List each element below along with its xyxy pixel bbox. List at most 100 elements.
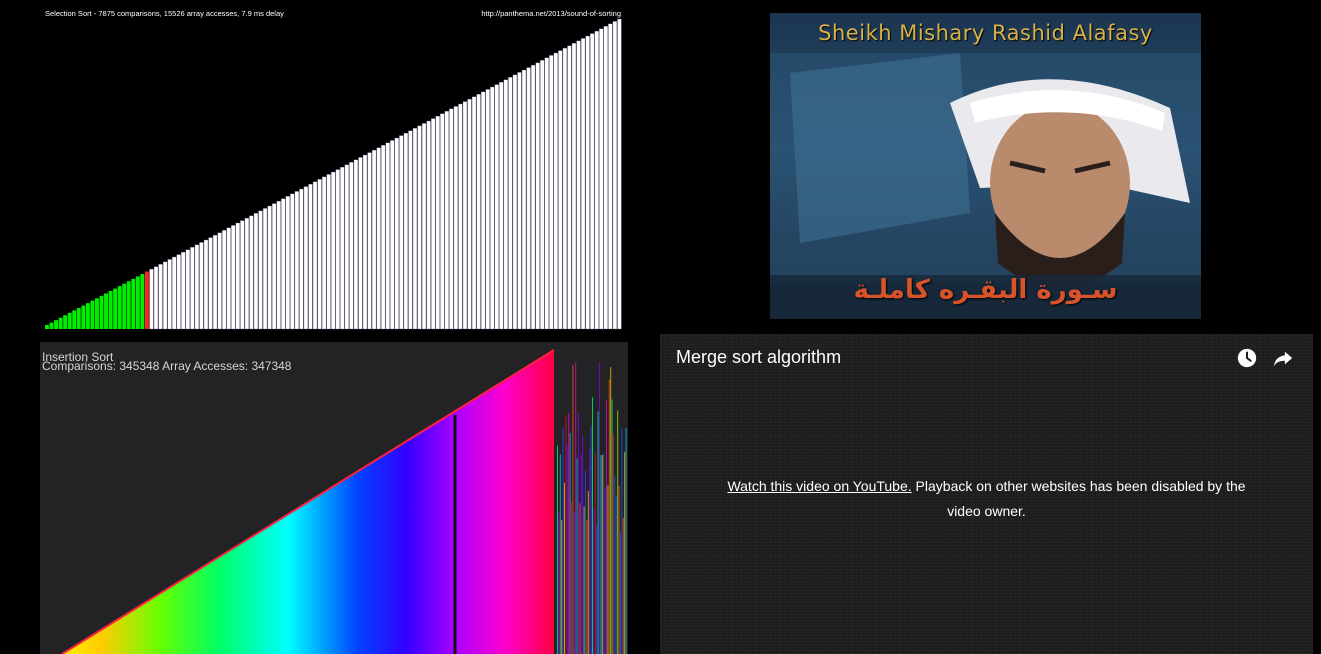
selection-sort-bar bbox=[617, 18, 622, 330]
selection-sort-bar bbox=[172, 256, 177, 330]
selection-sort-bar bbox=[567, 45, 572, 330]
selection-sort-bar bbox=[381, 145, 386, 330]
selection-sort-bar bbox=[299, 188, 304, 330]
selection-sort-url: http://panthema.net/2013/sound-of-sortin… bbox=[481, 9, 621, 18]
selection-sort-bar bbox=[312, 181, 318, 330]
selection-sort-bar bbox=[585, 35, 590, 330]
selection-sort-bar bbox=[421, 123, 427, 330]
selection-sort-bar bbox=[353, 159, 359, 330]
video-thumbnail[interactable]: Sheikh Mishary Rashid Alafasy سـورة البق… bbox=[770, 13, 1201, 319]
selection-sort-bar bbox=[290, 193, 295, 330]
selection-sort-bar bbox=[367, 152, 372, 330]
unsorted-bar bbox=[579, 503, 581, 654]
selection-sort-bar bbox=[331, 171, 336, 330]
selection-sort-bar bbox=[190, 247, 195, 330]
unsorted-bar bbox=[565, 415, 567, 654]
unsorted-bar bbox=[625, 428, 627, 654]
unsorted-bar bbox=[599, 362, 600, 654]
selection-sort-bar bbox=[231, 225, 236, 330]
selection-sort-bar bbox=[244, 217, 250, 330]
selection-sort-bar bbox=[85, 303, 90, 329]
unsorted-bar bbox=[614, 475, 616, 654]
selection-sort-bar bbox=[431, 118, 436, 330]
selection-sort-bar bbox=[453, 106, 459, 330]
selection-sort-bar bbox=[294, 191, 299, 330]
selection-sort-bar bbox=[385, 142, 390, 330]
selection-sort-bar bbox=[285, 196, 290, 330]
unsorted-bar bbox=[621, 428, 623, 654]
selection-sort-bar bbox=[158, 264, 163, 330]
selection-sort-bar bbox=[599, 28, 604, 330]
selection-sort-bar bbox=[140, 274, 145, 329]
selection-sort-bar bbox=[458, 103, 463, 330]
selection-sort-bar bbox=[608, 23, 613, 330]
selection-sort-bar bbox=[490, 86, 495, 330]
selection-sort-bar bbox=[153, 266, 159, 330]
selection-sort-bar bbox=[444, 111, 449, 330]
selection-sort-bar bbox=[358, 157, 363, 330]
selection-sort-bar bbox=[576, 40, 581, 330]
unsorted-bar bbox=[608, 379, 610, 654]
selection-sort-bar bbox=[45, 325, 49, 329]
unsorted-bar bbox=[613, 434, 614, 654]
selection-sort-bar bbox=[104, 293, 108, 329]
selection-sort-bar bbox=[144, 271, 149, 329]
selection-sort-bar bbox=[58, 317, 63, 329]
insertion-sort-bars bbox=[61, 349, 627, 654]
selection-sort-bar bbox=[258, 210, 263, 330]
selection-sort-bar bbox=[162, 261, 168, 330]
selection-sort-bar bbox=[462, 101, 468, 330]
selection-sort-bar bbox=[72, 310, 77, 329]
playback-disabled-message: Watch this video on YouTube. Playback on… bbox=[720, 474, 1253, 524]
insertion-sort-stats: Comparisons: 345348 Array Accesses: 3473… bbox=[42, 359, 292, 373]
selection-sort-bar bbox=[199, 242, 204, 330]
insertion-sort-video[interactable]: Insertion Sort Comparisons: 345348 Array… bbox=[40, 342, 628, 654]
unsorted-bar bbox=[600, 455, 602, 654]
video-title[interactable]: Merge sort algorithm bbox=[676, 347, 841, 368]
watch-on-youtube-link[interactable]: Watch this video on YouTube. bbox=[727, 478, 911, 494]
watch-later-icon[interactable] bbox=[1236, 347, 1258, 369]
selection-sort-bar bbox=[467, 98, 472, 330]
selection-sort-bar bbox=[553, 52, 558, 330]
unsorted-bar bbox=[624, 451, 626, 654]
selection-sort-bar bbox=[476, 94, 481, 330]
selection-sort-bar bbox=[108, 291, 113, 329]
unsorted-bar bbox=[606, 400, 607, 654]
selection-sort-bar bbox=[471, 96, 477, 330]
selection-sort-bar bbox=[326, 174, 331, 330]
unsorted-bar bbox=[558, 513, 560, 654]
selection-sort-bar bbox=[303, 186, 309, 330]
selection-sort-bar bbox=[321, 176, 327, 330]
unsorted-bar bbox=[569, 433, 571, 654]
selection-sort-bar bbox=[217, 232, 222, 330]
unsorted-bar bbox=[583, 506, 585, 654]
playback-disabled-text: Playback on other websites has been disa… bbox=[911, 478, 1246, 519]
selection-sort-bar bbox=[208, 237, 213, 330]
selection-sort-video[interactable]: Selection Sort - 7875 comparisons, 15526… bbox=[40, 4, 629, 332]
selection-sort-bar bbox=[571, 43, 577, 330]
unsorted-bar bbox=[594, 452, 596, 654]
selection-sort-bar bbox=[412, 128, 418, 330]
selection-sort-bar bbox=[517, 72, 522, 330]
selection-sort-bar bbox=[408, 130, 413, 330]
selection-sort-bar bbox=[235, 222, 240, 330]
selection-sort-bar bbox=[94, 298, 99, 329]
selection-sort-bar bbox=[226, 227, 231, 330]
selection-sort-bar bbox=[535, 62, 540, 330]
selection-sort-bar bbox=[267, 205, 272, 330]
share-icon[interactable] bbox=[1272, 347, 1294, 369]
selection-sort-bar bbox=[440, 113, 445, 330]
selection-sort-bar bbox=[135, 276, 140, 329]
unsorted-bar bbox=[566, 444, 568, 654]
selection-sort-bar bbox=[249, 215, 254, 330]
unsorted-bar bbox=[620, 532, 621, 654]
selection-sort-bar bbox=[308, 183, 313, 330]
unsorted-bar bbox=[571, 502, 572, 654]
thumbnail-title: Sheikh Mishary Rashid Alafasy bbox=[818, 21, 1153, 45]
unsorted-bar bbox=[601, 455, 603, 654]
selection-sort-bar bbox=[81, 305, 86, 329]
unsorted-bar bbox=[589, 449, 591, 654]
selection-sort-bar bbox=[590, 33, 595, 330]
selection-sort-bar bbox=[49, 322, 54, 329]
selection-sort-bar bbox=[371, 149, 377, 330]
